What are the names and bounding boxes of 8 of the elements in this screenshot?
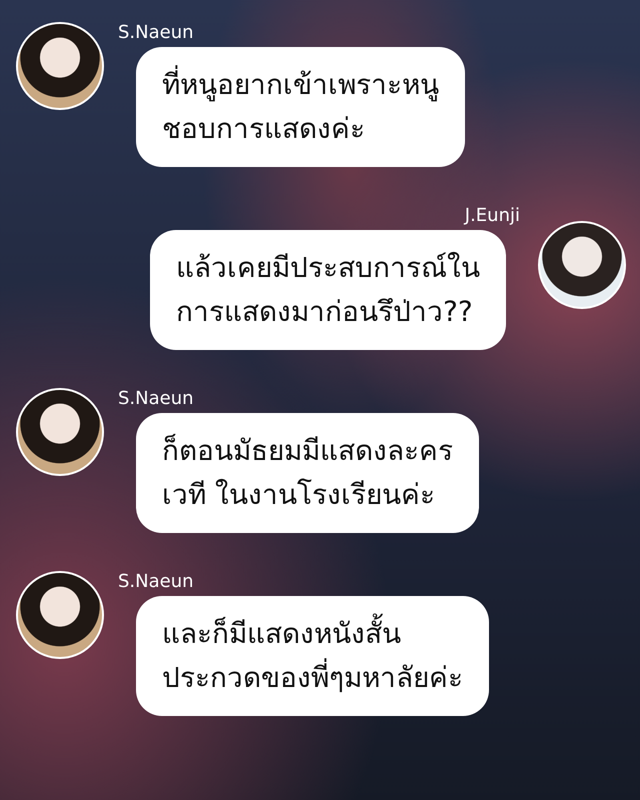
- sender-name: S.Naeun: [118, 22, 194, 43]
- sender-name: J.Eunji: [464, 205, 520, 226]
- sender-name: S.Naeun: [118, 571, 194, 592]
- message-bubble: ที่หนูอยากเข้าเพราะหนู ชอบการแสดงค่ะ: [136, 47, 465, 167]
- message-bubble: ก็ตอนมัธยมมีแสดงละคร เวที ในงานโรงเรียนค่ะ: [136, 413, 479, 533]
- sender-name: S.Naeun: [118, 388, 194, 409]
- message-bubble: แล้วเคยมีประสบการณ์ใน การแสดงมาก่อนรึป่าว??: [150, 230, 506, 350]
- message-bubble: และก็มีแสดงหนังสั้น ประกวดของพี่ๆมหาลัยค่ะ: [136, 596, 489, 716]
